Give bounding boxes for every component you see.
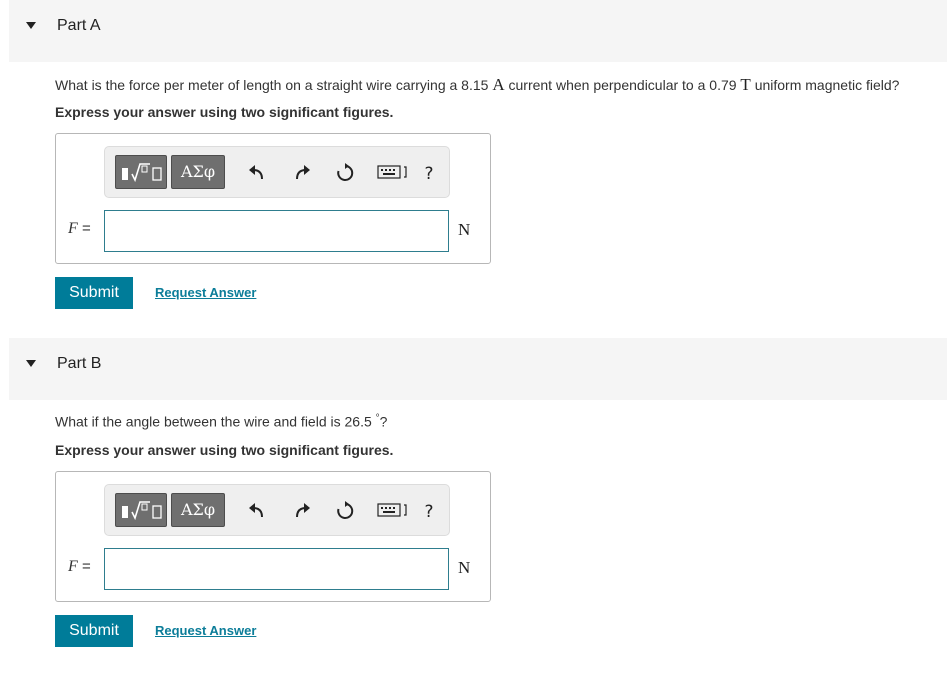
submit-button[interactable]: Submit (55, 277, 133, 309)
part-b-header[interactable] (9, 338, 947, 400)
templates-icon (122, 163, 162, 183)
keyboard-icon[interactable] (376, 501, 410, 523)
answer-unit: N (458, 558, 471, 577)
part-a-answer-box: ΑΣφ ? F = N (55, 133, 491, 264)
reset-icon[interactable] (334, 163, 356, 185)
variable-label: F = (68, 220, 91, 237)
unit-tesla: T (740, 75, 751, 94)
answer-input[interactable] (104, 210, 449, 252)
help-icon[interactable]: ? (418, 163, 440, 185)
request-answer-link[interactable]: Request Answer (155, 623, 256, 638)
part-b-answer-box: ΑΣφ ? F = N (55, 471, 491, 602)
caret-down-icon[interactable] (26, 22, 36, 29)
undo-icon[interactable] (246, 163, 268, 185)
part-b-question: What if the angle between the wire and f… (55, 413, 388, 430)
redo-icon[interactable] (291, 163, 313, 185)
greek-symbols-button[interactable]: ΑΣφ (171, 155, 225, 189)
reset-icon[interactable] (334, 501, 356, 523)
templates-button[interactable] (115, 155, 167, 189)
part-b-title[interactable]: Part B (57, 355, 101, 373)
part-b-instruction: Express your answer using two significan… (55, 442, 394, 458)
request-answer-link[interactable]: Request Answer (155, 285, 256, 300)
submit-button[interactable]: Submit (55, 615, 133, 647)
keyboard-icon[interactable] (376, 163, 410, 185)
part-a-instruction: Express your answer using two significan… (55, 104, 394, 120)
redo-icon[interactable] (291, 501, 313, 523)
answer-unit: N (458, 220, 471, 239)
templates-icon (122, 501, 162, 521)
greek-symbols-button[interactable]: ΑΣφ (171, 493, 225, 527)
math-toolbar: ΑΣφ ? (104, 146, 450, 198)
help-icon[interactable]: ? (418, 501, 440, 523)
undo-icon[interactable] (246, 501, 268, 523)
templates-button[interactable] (115, 493, 167, 527)
caret-down-icon[interactable] (26, 360, 36, 367)
math-toolbar: ΑΣφ ? (104, 484, 450, 536)
part-a-title[interactable]: Part A (57, 17, 101, 35)
part-a-header[interactable] (9, 0, 947, 62)
part-a-question: What is the force per meter of length on… (55, 75, 900, 94)
unit-ampere: A (492, 75, 505, 94)
variable-label: F = (68, 558, 91, 575)
answer-input[interactable] (104, 548, 449, 590)
